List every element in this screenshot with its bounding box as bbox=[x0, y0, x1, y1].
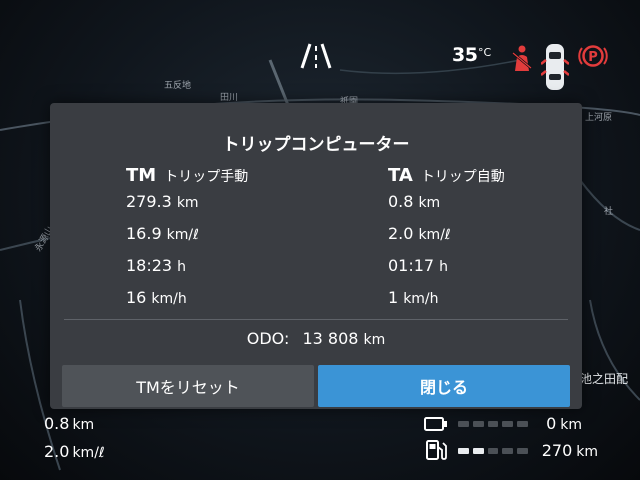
trip-time-value: 18:23 bbox=[126, 256, 173, 275]
trip-avg-speed: 16 km/h bbox=[126, 288, 248, 317]
trip-time-unit: h bbox=[177, 259, 186, 275]
trip-economy-unit: km/ℓ bbox=[166, 227, 199, 243]
bar-segment bbox=[472, 448, 484, 454]
bar-segment bbox=[502, 421, 514, 427]
lane-assist-icon bbox=[300, 43, 332, 69]
map-label: 田川 bbox=[220, 93, 239, 103]
trip-time: 18:23 h bbox=[126, 256, 248, 285]
map-label: 上河原 bbox=[585, 113, 613, 123]
outside-temperature: 35 bbox=[452, 44, 478, 66]
bottom-economy: 2.0 km/ℓ bbox=[44, 442, 105, 461]
trip-time-unit: h bbox=[439, 259, 448, 275]
bottom-distance: 0.8 km bbox=[44, 414, 94, 433]
odometer: ODO: 13 808 km bbox=[50, 329, 582, 348]
bar-segment bbox=[502, 448, 514, 454]
bar-segment bbox=[517, 421, 528, 427]
bar-segment bbox=[458, 448, 469, 454]
trip-distance-unit: km bbox=[176, 195, 199, 211]
trip-auto-column: TA トリップ自動 0.8 km 2.0 km/ℓ 01:17 h 1 km/h bbox=[388, 165, 505, 317]
svg-text:P: P bbox=[588, 50, 598, 65]
trip-distance: 0.8 km bbox=[388, 192, 505, 221]
divider bbox=[64, 319, 568, 320]
trip-speed-value: 16 bbox=[126, 288, 147, 307]
trip-economy-value: 16.9 bbox=[126, 224, 162, 243]
trip-distance: 279.3 km bbox=[126, 192, 248, 221]
bottom-distance-unit: km bbox=[72, 417, 95, 433]
seatbelt-warning-icon bbox=[512, 45, 532, 71]
trip-auto-abbr: TA bbox=[388, 165, 413, 186]
trip-speed-unit: km/h bbox=[403, 291, 439, 307]
odometer-unit: km bbox=[363, 332, 386, 348]
trip-distance-value: 279.3 bbox=[126, 192, 172, 211]
trip-distance-unit: km bbox=[418, 195, 441, 211]
bottom-distance-value: 0.8 bbox=[44, 414, 70, 433]
trip-fuel-economy: 2.0 km/ℓ bbox=[388, 224, 505, 253]
car-doors-icon bbox=[541, 44, 569, 90]
trip-avg-speed: 1 km/h bbox=[388, 288, 505, 317]
reset-tm-button[interactable]: TMをリセット bbox=[62, 365, 314, 407]
bar-segment bbox=[472, 421, 484, 427]
bottom-economy-unit: km/ℓ bbox=[72, 445, 105, 461]
fuel-range-unit: km bbox=[576, 444, 598, 460]
odometer-value: 13 808 bbox=[302, 329, 359, 348]
trip-computer-dialog: トリップコンピューター TM トリップ手動 279.3 km 16.9 km/ℓ… bbox=[50, 103, 582, 409]
trip-speed-value: 1 bbox=[388, 288, 399, 307]
trip-speed-unit: km/h bbox=[151, 291, 187, 307]
trip-manual-name: トリップ手動 bbox=[164, 169, 249, 185]
close-button[interactable]: 閉じる bbox=[318, 365, 570, 407]
trip-economy-unit: km/ℓ bbox=[418, 227, 451, 243]
fuel-pump-icon bbox=[426, 440, 447, 460]
fuel-range-bar bbox=[458, 448, 528, 454]
battery-range-value: 0 bbox=[546, 414, 557, 433]
parking-brake-icon: P bbox=[578, 45, 608, 67]
fuel-range: 270 km bbox=[534, 441, 598, 460]
battery-range-unit: km bbox=[560, 417, 582, 433]
battery-range: 0 km bbox=[534, 414, 582, 433]
bar-segment bbox=[487, 448, 499, 454]
odometer-label: ODO: bbox=[246, 329, 290, 348]
battery-range-bar bbox=[458, 421, 528, 427]
temperature-unit: °C bbox=[478, 46, 492, 59]
map-place-label: 池之田配 bbox=[580, 372, 629, 386]
trip-time: 01:17 h bbox=[388, 256, 505, 285]
trip-auto-name: トリップ自動 bbox=[420, 169, 505, 185]
trip-economy-value: 2.0 bbox=[388, 224, 414, 243]
trip-time-value: 01:17 bbox=[388, 256, 435, 275]
bar-segment bbox=[517, 448, 528, 454]
fuel-range-value: 270 bbox=[541, 441, 573, 460]
map-label: 社 bbox=[604, 207, 614, 217]
trip-manual-abbr: TM bbox=[126, 165, 157, 186]
bar-segment bbox=[487, 421, 499, 427]
trip-manual-column: TM トリップ手動 279.3 km 16.9 km/ℓ 18:23 h 16 … bbox=[126, 165, 248, 317]
dialog-title: トリップコンピューター bbox=[222, 135, 410, 155]
trip-distance-value: 0.8 bbox=[388, 192, 414, 211]
trip-fuel-economy: 16.9 km/ℓ bbox=[126, 224, 248, 253]
battery-icon bbox=[424, 417, 447, 431]
bottom-economy-value: 2.0 bbox=[44, 442, 70, 461]
map-label: 五反地 bbox=[164, 81, 192, 91]
bar-segment bbox=[458, 421, 469, 427]
